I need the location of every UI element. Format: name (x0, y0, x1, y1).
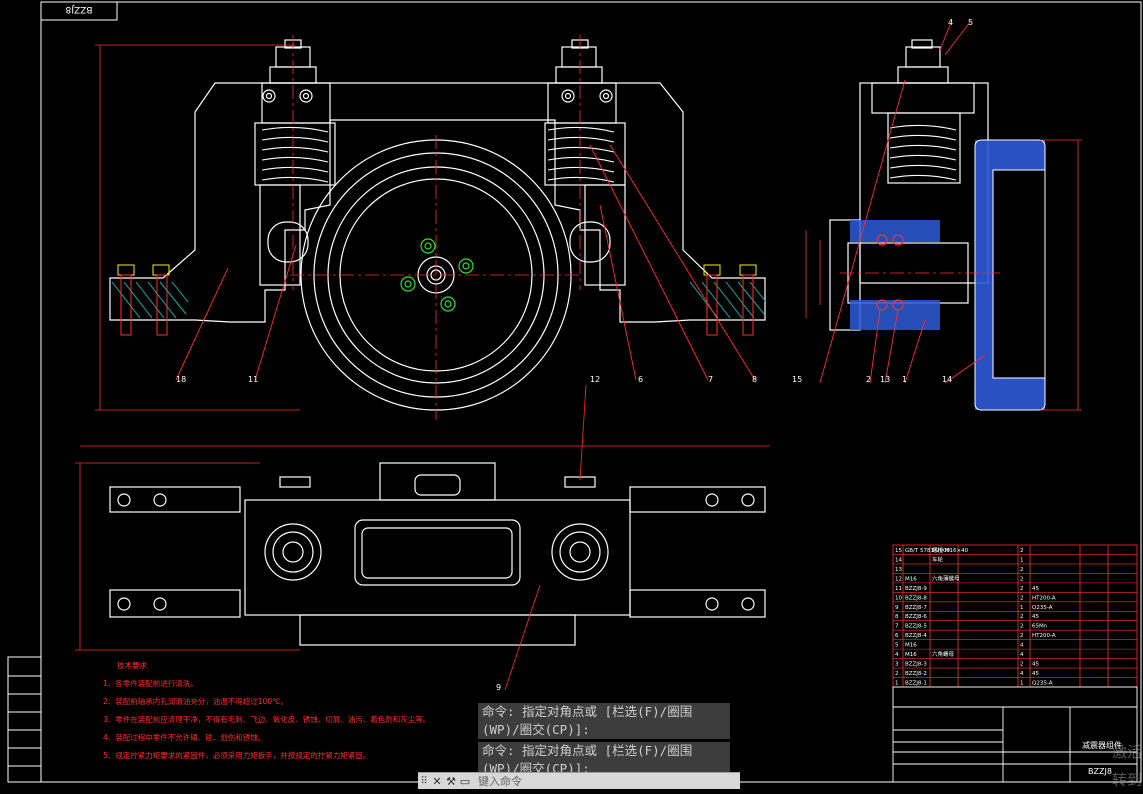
bom-cell: HT200-A (1032, 633, 1056, 639)
bom-cell: 2 (1020, 576, 1024, 582)
title-code: BZZJ8 (1088, 767, 1112, 776)
bom-cell: 六角螺母 (932, 650, 955, 658)
bom-cell: 5 (895, 643, 899, 649)
front-view (109, 39, 766, 411)
bom-cell: 45 (1032, 614, 1039, 620)
command-history: 命令: 指定对角点或 [栏选(F)/圈围(WP)/圈交(CP)]: 命令: 指定… (478, 703, 730, 781)
side-view (829, 39, 989, 331)
bom-cell: 车轮 (932, 555, 944, 563)
bom-cell: 2 (1020, 567, 1024, 573)
bom-table-frame (892, 544, 1138, 688)
bom-cell: 12 (895, 576, 902, 582)
bom-cell: 2 (1020, 633, 1024, 639)
bom-cell: 45 (1032, 671, 1039, 677)
bom-cell: 7 (895, 624, 899, 630)
tech-item-3: 3、零件在装配前应清理干净，不得有毛刺、飞边、氧化皮、锈蚀、切屑、油污、着色剂和… (103, 715, 431, 724)
label-12: 12 (590, 375, 600, 384)
bom-cell: M16 (905, 652, 917, 658)
bom-cell: 2 (895, 671, 899, 677)
front-dimensions (95, 44, 300, 411)
bom-cell: 4 (895, 652, 899, 658)
bom-cell: BZZJ8-4 (905, 633, 927, 639)
side-spring (889, 124, 957, 181)
bom-cell: 9 (895, 605, 899, 611)
bom-cell: 15 (895, 548, 902, 554)
bom-cell: 1 (1020, 681, 1024, 687)
tech-item-5: 5、规定拧紧力矩要求的紧固件，必须采用力矩扳手，并按规定的拧紧力矩紧固。 (103, 751, 371, 760)
bom-cell: 2 (1020, 662, 1024, 668)
label-6: 6 (638, 375, 643, 384)
part-labels: 18 11 6 7 8 4 5 15 2 13 1 14 12 9 (176, 18, 973, 692)
top-dimensions (75, 384, 770, 691)
bom-cell: M16 (905, 643, 917, 649)
spring-left (261, 126, 329, 183)
bom-cell: 2 (1020, 595, 1024, 601)
bom-cell: 45 (1032, 586, 1039, 592)
frame-tag: BZZJ8 (65, 4, 92, 14)
bom-cell: HT200-A (1032, 595, 1056, 601)
command-input[interactable]: 键入命令 (478, 773, 522, 789)
label-4: 4 (948, 18, 953, 27)
grip-icon[interactable]: ⠿ (418, 776, 430, 787)
bom-cell: Q235-A (1032, 681, 1053, 687)
bom-cell: 10 (895, 595, 902, 601)
label-13: 13 (880, 375, 890, 384)
bom-cell: 2 (1020, 586, 1024, 592)
bom-cell: 2 (1020, 548, 1024, 554)
side-wheel-hatch (850, 140, 1045, 410)
bom-cell: Q235-A (1032, 605, 1053, 611)
tech-title: 技术要求 (117, 661, 147, 670)
bom-cell: 11 (895, 586, 902, 592)
label-7: 7 (708, 375, 713, 384)
command-bar: ⠿ ✕ ⚒ ▭ 键入命令 (418, 772, 740, 789)
bom-cell: 螺栓 M16×40 (932, 546, 969, 554)
bom-cell: BZZJ8-1 (905, 681, 927, 687)
bom-cell: 1 (895, 681, 899, 687)
tech-item-1: 1、各零件装配前进行清洗。 (103, 679, 198, 688)
bom-cell: 4 (1020, 671, 1024, 677)
bom-cell: 13 (895, 567, 902, 573)
bom-cell: BZZJ8-5 (905, 624, 927, 630)
top-view (109, 462, 766, 646)
bom-cell: 1 (1020, 557, 1024, 563)
bom-cell: 1 (1020, 605, 1024, 611)
bom-cell: 4 (1020, 643, 1024, 649)
bom-cell: 8 (895, 614, 899, 620)
bom-cell: 45 (1032, 662, 1039, 668)
tech-item-4: 4、装配过程中零件不允许磕、碰、划伤和锈蚀。 (103, 733, 266, 742)
bom-cell: BZZJ8-7 (905, 605, 927, 611)
label-15: 15 (792, 375, 802, 384)
label-11: 11 (248, 375, 258, 384)
bom-cell: BZZJ8-3 (905, 662, 927, 668)
bom-cell: 3 (895, 662, 899, 668)
bom-cell: 4 (1020, 652, 1024, 658)
bom-cell: BZZJ8-2 (905, 671, 927, 677)
bom-cell: BZZJ8-9 (905, 586, 927, 592)
label-14: 14 (942, 375, 952, 384)
label-5: 5 (968, 18, 973, 27)
bom-cell: 2 (1020, 614, 1024, 620)
bom-cell: 6 (895, 633, 899, 639)
bom-cell: BZZJ8-6 (905, 614, 927, 620)
side-bearing-circles (876, 234, 904, 311)
label-18: 18 (176, 375, 186, 384)
bom-cell: M16 (905, 576, 917, 582)
tech-item-2: 2、装配前轴承内孔润滑油充分，油温不得超过100℃。 (103, 697, 289, 706)
bom-cell: 14 (895, 557, 902, 563)
technical-requirements: 技术要求 1、各零件装配前进行清洗。 2、装配前轴承内孔润滑油充分，油温不得超过… (103, 657, 430, 765)
command-history-line: 命令: 指定对角点或 [栏选(F)/圈围(WP)/圈交(CP)]: (478, 703, 730, 739)
label-1: 1 (902, 375, 907, 384)
bom-cell: 2 (1020, 624, 1024, 630)
bom-cell: 六角薄螺母 (932, 574, 960, 582)
bom-cell: 65Mn (1032, 624, 1048, 630)
wheel-bolt-circles (400, 238, 474, 312)
label-8: 8 (752, 375, 757, 384)
label-2: 2 (866, 375, 871, 384)
label-9: 9 (496, 683, 501, 692)
bom-cell: BZZJ8-8 (905, 595, 927, 601)
